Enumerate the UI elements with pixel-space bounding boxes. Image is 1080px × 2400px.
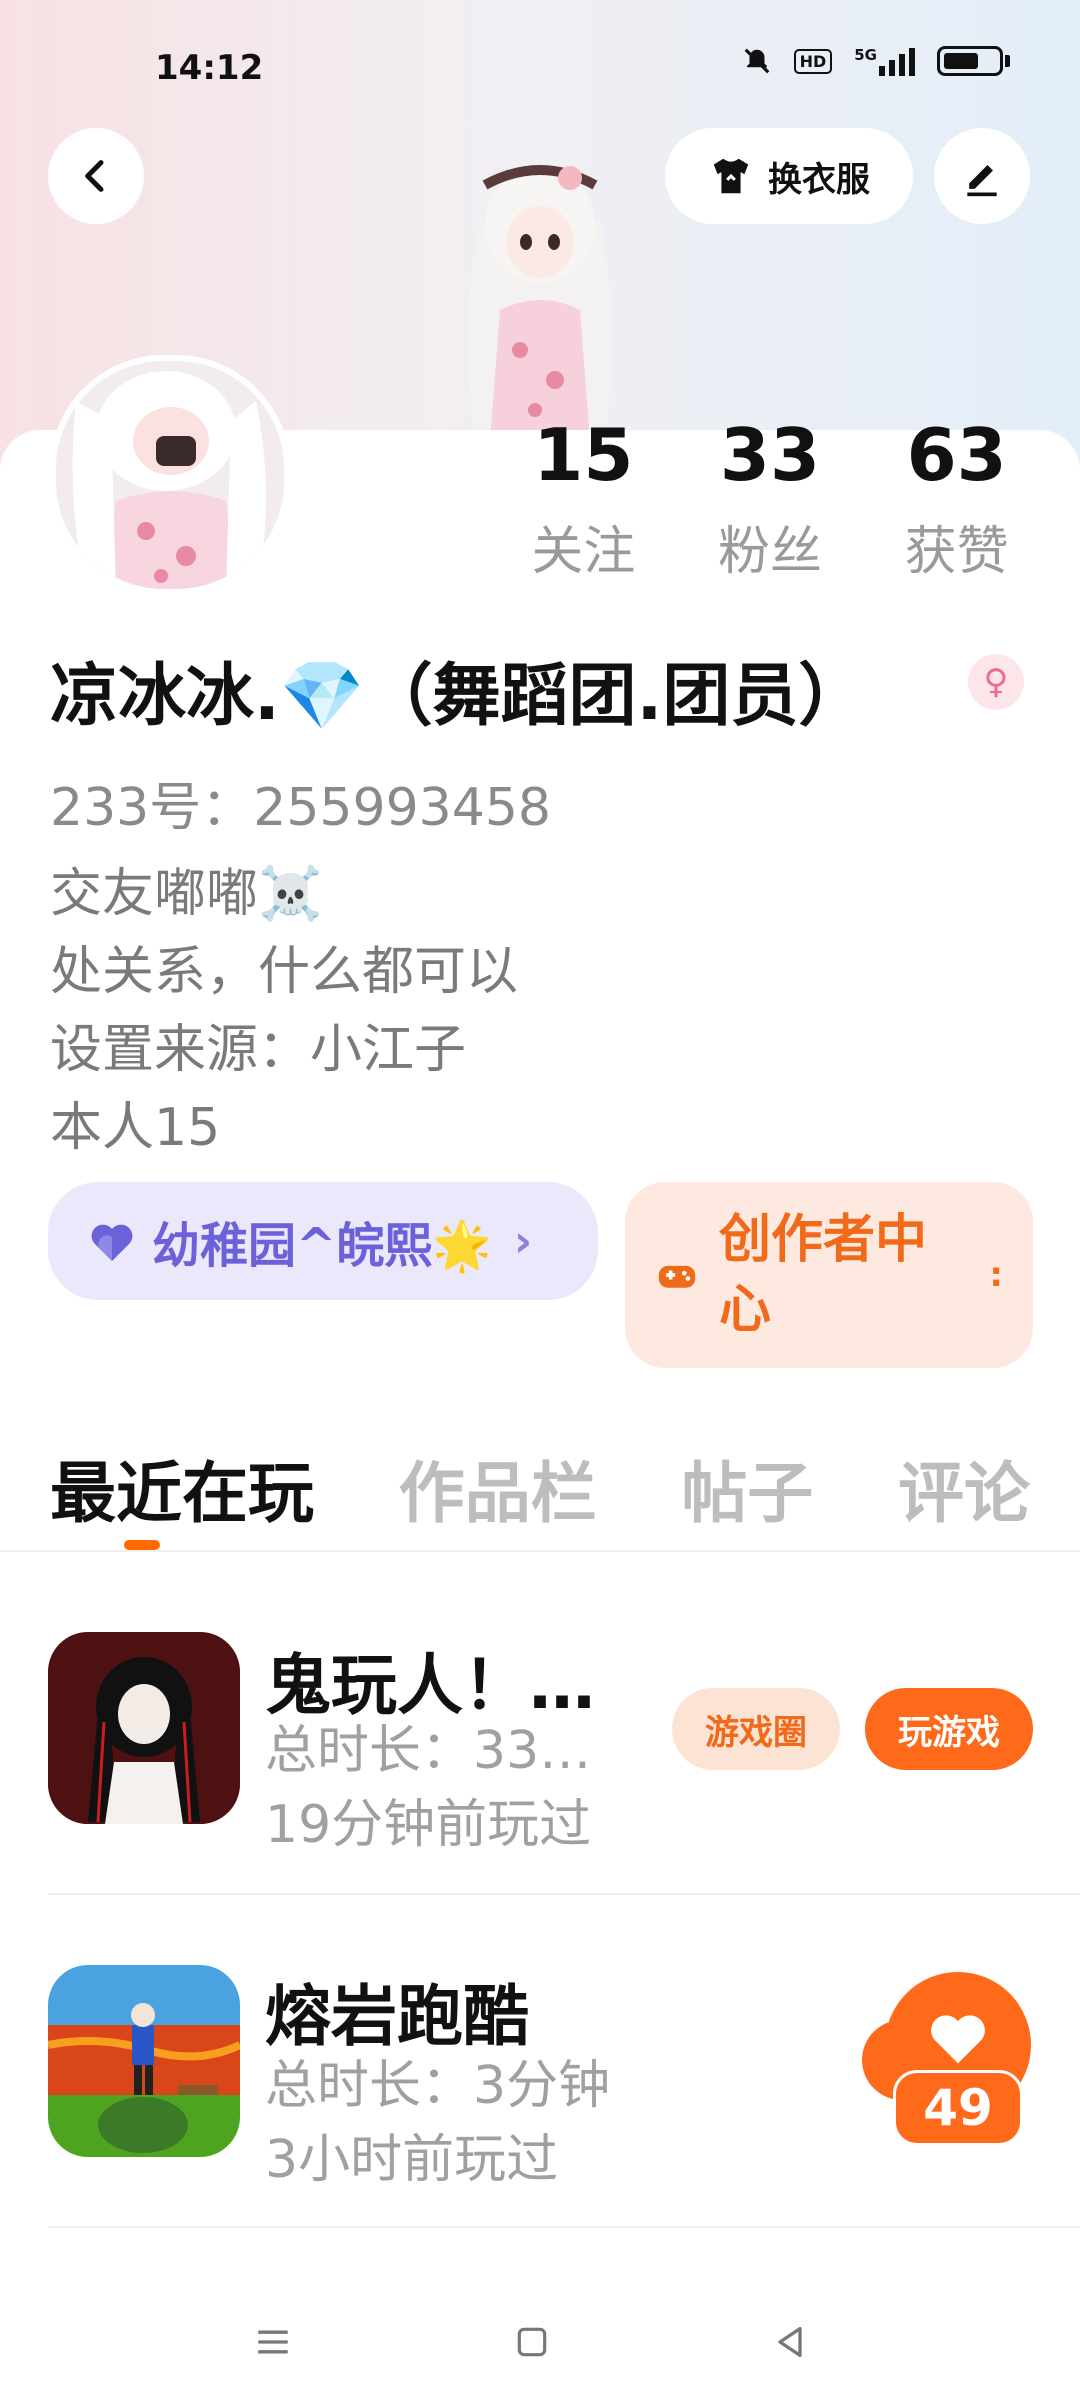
- username: 凉冰冰.💎（舞蹈团.团员）: [50, 657, 867, 736]
- ghost-game-image: [48, 1632, 240, 1824]
- stat-following-label: 关注: [531, 522, 636, 582]
- game-last-played: 3小时前玩过: [265, 2130, 559, 2190]
- more-indicator: :: [989, 1255, 1003, 1295]
- avatar-image: [56, 361, 284, 589]
- chevron-right-icon: ›: [514, 1215, 533, 1267]
- status-icons: HD 5G: [742, 46, 1010, 76]
- profile-avatar[interactable]: [50, 355, 290, 595]
- stat-likes-value: 63: [906, 413, 1007, 497]
- creator-center-label: 创作者中心: [719, 1210, 928, 1340]
- game-thumbnail: [48, 1965, 240, 2157]
- character-avatar-figure: [468, 165, 612, 440]
- female-gender-icon: ♀: [968, 654, 1024, 710]
- user-id[interactable]: 233号：255993458: [50, 765, 551, 840]
- game-row[interactable]: 鬼玩人！… 总时长：33… 19分钟前玩过 游戏圈 玩游戏: [0, 1560, 1080, 1890]
- change-outfit-label: 换衣服: [768, 159, 870, 200]
- bio-line: 本人15: [50, 1098, 221, 1158]
- mute-bell-icon: [744, 48, 769, 74]
- back-button[interactable]: [48, 128, 144, 224]
- battery-icon: [937, 46, 1003, 76]
- game-thumbnail: [48, 1632, 240, 1824]
- game-circle-button[interactable]: 游戏圈: [672, 1688, 840, 1770]
- stat-followers-label: 粉丝: [718, 522, 823, 582]
- bio-line: 处关系，什么都可以: [50, 942, 519, 1002]
- tshirt-icon: [713, 158, 749, 194]
- stat-followers[interactable]: 33 粉丝: [677, 415, 864, 584]
- home-nav-button[interactable]: [502, 2312, 562, 2372]
- back-nav-button[interactable]: [760, 2312, 820, 2372]
- like-count: 49: [893, 2070, 1023, 2146]
- change-outfit-button[interactable]: 换衣服: [665, 128, 913, 224]
- square-icon: [517, 2327, 547, 2357]
- game-last-played: 19分钟前玩过: [265, 1795, 592, 1855]
- stat-followers-value: 33: [719, 413, 821, 497]
- triangle-back-icon: [778, 2327, 802, 2357]
- heart-icon: [931, 2015, 985, 2064]
- profile-bio: 交友嘟嘟☠️ 处关系，什么都可以 设置来源：小江子 本人15: [50, 855, 518, 1167]
- network-label: 5G: [854, 46, 877, 64]
- creator-center-button[interactable]: 创作者中心 :: [625, 1182, 1033, 1368]
- hd-badge: HD: [793, 48, 833, 74]
- stat-likes[interactable]: 63 获赞: [863, 415, 1050, 584]
- bio-line: 设置来源：小江子: [50, 1020, 467, 1080]
- tab-divider: [0, 1550, 1080, 1552]
- status-time: 14:12: [155, 48, 264, 88]
- active-tab-indicator: [124, 1540, 160, 1550]
- play-game-button[interactable]: 玩游戏: [865, 1688, 1033, 1770]
- pencil-icon: [967, 165, 997, 197]
- profile-stats: 15 关注 33 粉丝 63 获赞: [490, 415, 1050, 584]
- tab-comments[interactable]: 评论: [898, 1440, 1030, 1536]
- stat-likes-label: 获赞: [904, 522, 1009, 582]
- game-duration: 总时长：33…: [265, 1721, 592, 1781]
- tab-works[interactable]: 作品栏: [399, 1440, 597, 1536]
- stat-following[interactable]: 15 关注: [490, 415, 677, 584]
- profile-tabs: 最近在玩 作品栏 帖子 评论: [50, 1440, 1030, 1536]
- menu-icon: [258, 2330, 288, 2354]
- system-nav-bar: [0, 2280, 1080, 2400]
- edit-profile-button[interactable]: [934, 128, 1030, 224]
- group-chip-label: 幼稚园^皖熙🌟: [152, 1218, 492, 1274]
- chevron-left-icon: [85, 160, 104, 192]
- group-chip[interactable]: 幼稚园^皖熙🌟 ›: [48, 1182, 598, 1300]
- signal-icon: [879, 46, 915, 76]
- row-divider: [48, 2226, 1080, 2228]
- game-duration: 总时长：3分钟: [265, 2056, 611, 2116]
- heart-group-icon: [91, 1224, 133, 1261]
- stat-following-value: 15: [533, 413, 634, 497]
- tab-recent[interactable]: 最近在玩: [50, 1440, 314, 1536]
- gamepad-icon: [658, 1265, 696, 1288]
- menu-nav-button[interactable]: [243, 2312, 303, 2372]
- lava-game-image: [48, 1965, 240, 2157]
- tab-posts[interactable]: 帖子: [681, 1440, 813, 1536]
- bio-line: 交友嘟嘟☠️: [50, 864, 323, 924]
